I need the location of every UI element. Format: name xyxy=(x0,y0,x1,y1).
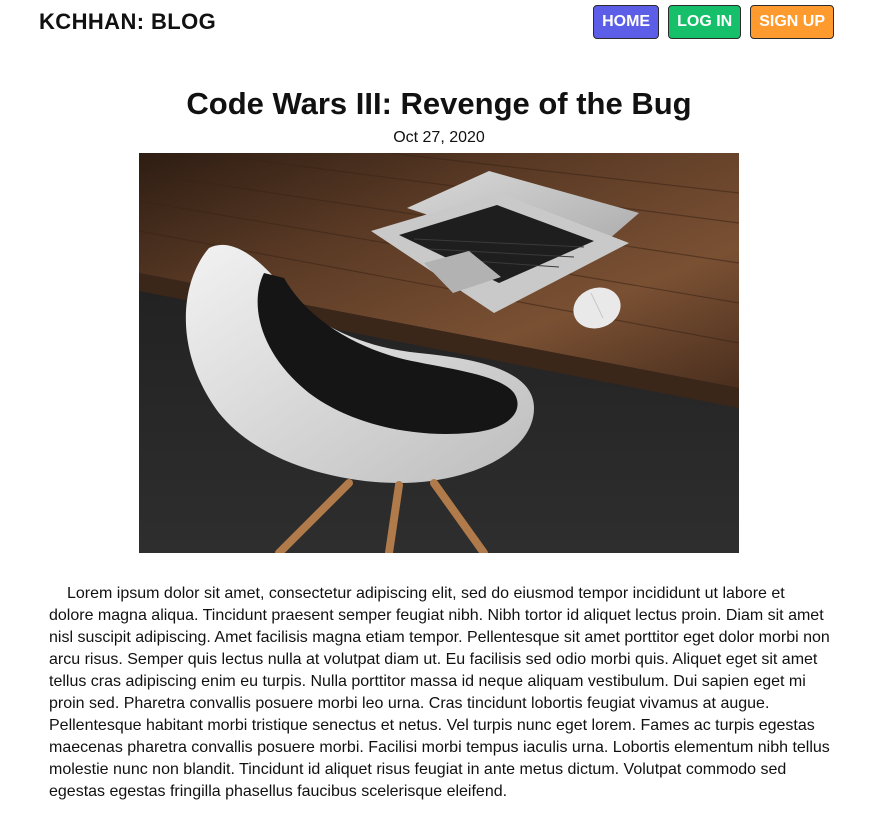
home-button[interactable]: HOME xyxy=(593,5,660,39)
site-header: KCHHAN: BLOG HOME LOG IN SIGN UP xyxy=(0,0,888,60)
login-button[interactable]: LOG IN xyxy=(668,5,742,39)
desk-chair-illustration xyxy=(139,153,739,553)
top-nav: HOME LOG IN SIGN UP xyxy=(593,5,834,39)
post-body: Lorem ipsum dolor sit amet, consectetur … xyxy=(49,585,830,800)
post-date: Oct 27, 2020 xyxy=(393,129,485,146)
site-brand[interactable]: KCHHAN: BLOG xyxy=(39,9,216,35)
signup-button[interactable]: SIGN UP xyxy=(750,5,834,39)
post-title: Code Wars III: Revenge of the Bug xyxy=(186,86,692,121)
post-hero-image xyxy=(139,153,739,553)
